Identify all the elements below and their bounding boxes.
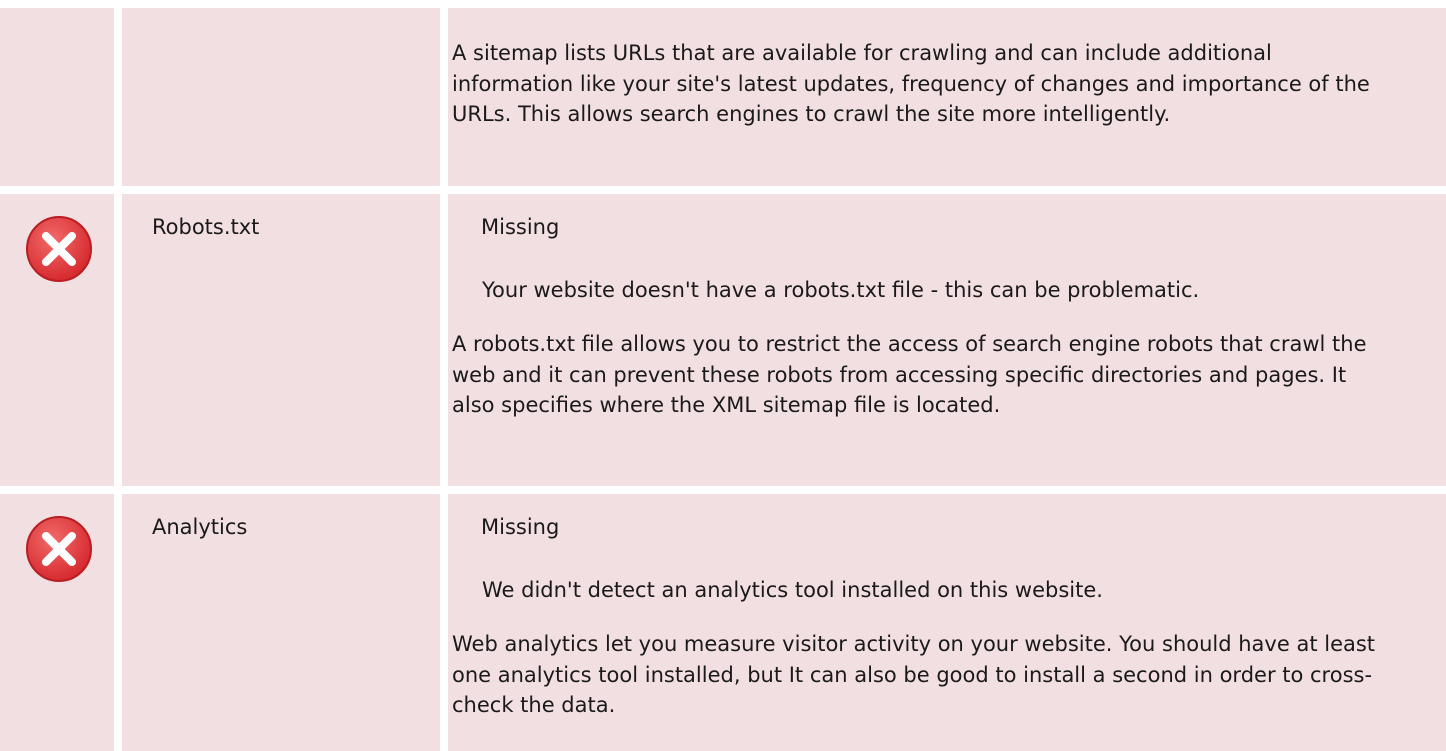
error-icon — [24, 514, 94, 584]
check-name: Analytics — [152, 515, 248, 539]
robots-icon-cell — [0, 194, 114, 486]
status-label: Missing — [481, 215, 560, 239]
robots-row: Robots.txt Missing Your website doesn't … — [0, 194, 1446, 486]
status-label: Missing — [481, 515, 560, 539]
analytics-row: Analytics Missing We didn't detect an an… — [0, 494, 1446, 751]
sitemap-name-cell — [122, 8, 440, 186]
error-icon — [24, 214, 94, 284]
check-summary: Your website doesn't have a robots.txt f… — [482, 278, 1200, 302]
sitemap-row: A sitemap lists URLs that are available … — [0, 0, 1446, 186]
check-description: Web analytics let you measure visitor ac… — [452, 632, 1376, 717]
check-name: Robots.txt — [152, 215, 260, 239]
check-description: A robots.txt file allows you to restrict… — [452, 332, 1367, 417]
sitemap-body-cell: A sitemap lists URLs that are available … — [448, 8, 1446, 186]
check-summary: We didn't detect an analytics tool insta… — [482, 578, 1103, 602]
robots-body-cell: Missing Your website doesn't have a robo… — [448, 194, 1446, 486]
analytics-icon-cell — [0, 494, 114, 751]
robots-name-cell: Robots.txt — [122, 194, 440, 486]
analytics-name-cell: Analytics — [122, 494, 440, 751]
seo-report-table: A sitemap lists URLs that are available … — [0, 0, 1446, 751]
analytics-body-cell: Missing We didn't detect an analytics to… — [448, 494, 1446, 751]
sitemap-icon-cell — [0, 8, 114, 186]
sitemap-description: A sitemap lists URLs that are available … — [452, 41, 1370, 126]
